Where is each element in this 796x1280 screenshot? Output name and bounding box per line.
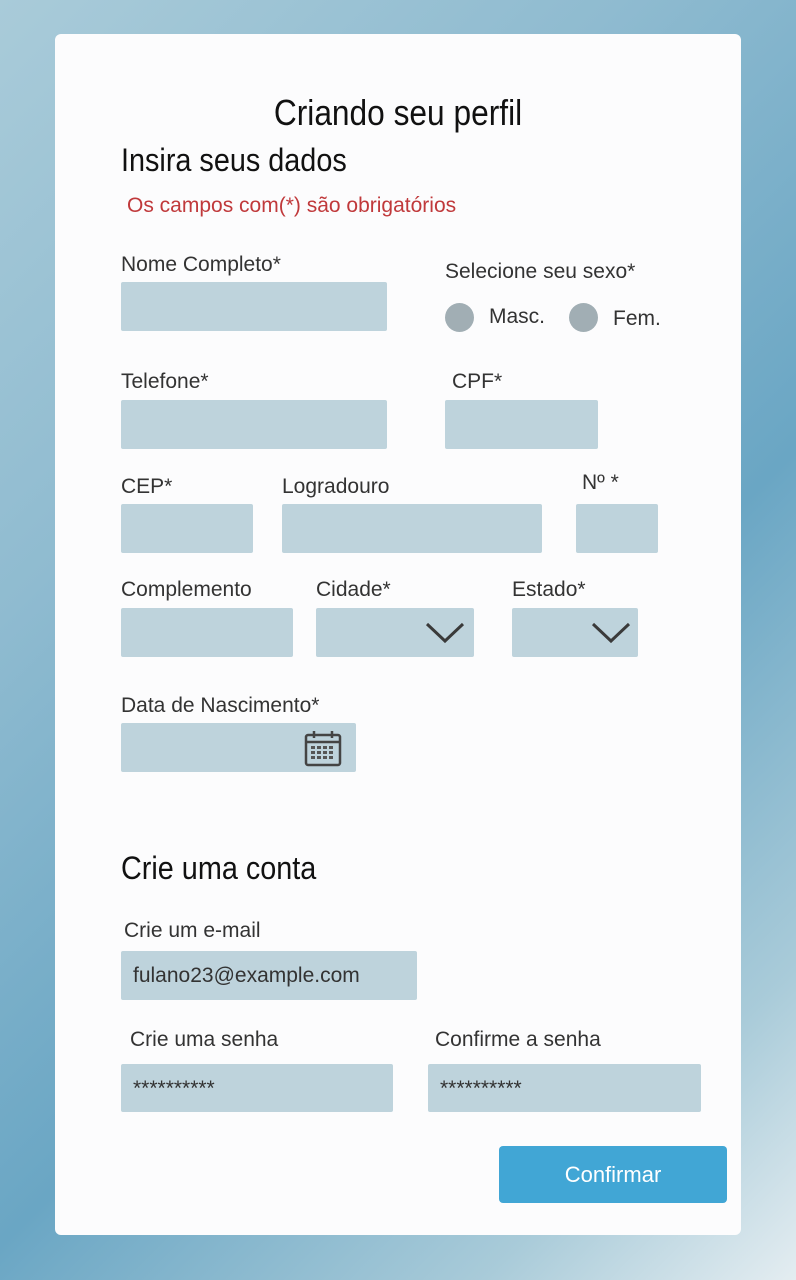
section-title-account: Crie uma conta [121, 850, 317, 886]
chevron-down-icon [425, 622, 465, 644]
required-note: Os campos com(*) são obrigatórios [127, 194, 457, 217]
calendar-icon[interactable] [304, 729, 342, 767]
cpf-label: CPF* [452, 370, 503, 393]
email-value: fulano23@example.com [133, 964, 360, 987]
password-input[interactable]: ********** [121, 1064, 393, 1112]
birth-date-label: Data de Nascimento* [121, 694, 320, 717]
page-title: Criando seu perfil [273, 92, 523, 133]
sex-radio-female[interactable] [569, 303, 598, 332]
chevron-down-icon [591, 622, 631, 644]
profile-card: Criando seu perfil Insira seus dados Os … [55, 34, 741, 1235]
confirm-button[interactable]: Confirmar [499, 1146, 727, 1203]
email-label: Crie um e-mail [124, 919, 261, 942]
sex-label: Selecione seu sexo* [445, 260, 636, 283]
street-input[interactable] [282, 504, 542, 553]
full-name-label: Nome Completo* [121, 253, 281, 276]
password-label: Crie uma senha [130, 1028, 279, 1051]
state-select[interactable] [512, 608, 638, 657]
number-input[interactable] [576, 504, 658, 553]
confirm-password-label: Confirme a senha [435, 1028, 601, 1051]
complement-label: Complemento [121, 578, 252, 601]
phone-label: Telefone* [121, 370, 209, 393]
sex-option-male-label: Masc. [489, 305, 546, 328]
full-name-input[interactable] [121, 282, 387, 331]
phone-input[interactable] [121, 400, 387, 449]
sex-option-female-label: Fem. [613, 307, 661, 330]
section-title-personal: Insira seus dados [121, 142, 347, 178]
complement-input[interactable] [121, 608, 293, 657]
sex-radio-male[interactable] [445, 303, 474, 332]
password-value: ********** [133, 1077, 215, 1100]
cep-label: CEP* [121, 475, 173, 498]
confirm-password-value: ********** [440, 1077, 522, 1100]
state-label: Estado* [512, 578, 586, 601]
email-input[interactable]: fulano23@example.com [121, 951, 417, 1000]
cep-input[interactable] [121, 504, 253, 553]
city-label: Cidade* [316, 578, 391, 601]
cpf-input[interactable] [445, 400, 598, 449]
street-label: Logradouro [282, 475, 390, 498]
confirm-password-input[interactable]: ********** [428, 1064, 701, 1112]
city-select[interactable] [316, 608, 474, 657]
birth-date-input[interactable] [121, 723, 356, 772]
number-label: Nº * [582, 471, 619, 494]
